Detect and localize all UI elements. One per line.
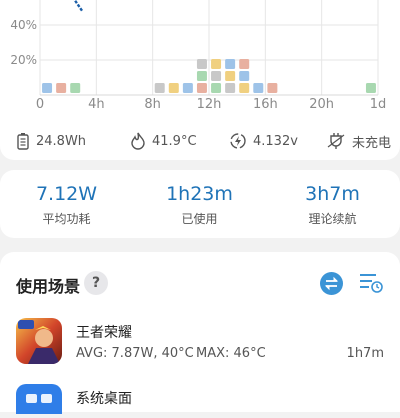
temperature-value: 41.9°C [152, 133, 197, 149]
app-usage-icon [225, 71, 236, 81]
estimated-life-value: 3h7m [305, 183, 360, 205]
used-time-value: 1h23m [166, 183, 233, 205]
x-tick-label: 1d [370, 97, 387, 112]
capacity-stat: 24.8Wh [16, 127, 86, 155]
voltage-stat: 4.132v [229, 127, 298, 155]
swap-icon [324, 276, 339, 291]
app-usage-icon [239, 71, 250, 81]
battery-icon [17, 133, 29, 150]
x-tick-label: 16h [253, 97, 278, 112]
app-usage-icon [168, 83, 179, 93]
app-usage-icon [253, 83, 264, 93]
app-avg-stats: AVG: 7.87W, 40°C [76, 346, 194, 361]
y-tick-label: 40% [10, 18, 37, 32]
sort-time-icon [360, 274, 383, 293]
swap-button[interactable] [320, 272, 343, 295]
help-button[interactable]: ? [84, 271, 108, 295]
x-tick-label: 0 [36, 97, 44, 112]
desktop-launcher-icon [16, 384, 62, 414]
battery-level-line [73, 0, 84, 12]
avg-power-block: 7.12W 平均功耗 [0, 182, 133, 228]
x-tick-label: 12h [197, 97, 222, 112]
used-time-block: 1h23m 已使用 [133, 182, 266, 228]
sort-by-time-button[interactable] [358, 271, 384, 295]
app-usage-icon [225, 59, 236, 69]
app-usage-icon [267, 83, 278, 93]
app-usage-icon [239, 59, 250, 69]
x-tick-label: 20h [309, 97, 334, 112]
plug-icon [327, 133, 345, 149]
charging-stat: 未充电 [326, 127, 391, 155]
app-usage-icon [42, 83, 53, 93]
honor-of-kings-icon [16, 318, 62, 364]
app-usage-icon [56, 83, 67, 93]
app-usage-time: 1h7m [346, 346, 384, 361]
app-name[interactable]: 王者荣耀 [76, 322, 132, 342]
usage-chart-card: 40% 20% 0 4h 8h 12h 16h 20h 1d 24.8Wh 41.9°C 4. [0, 0, 400, 160]
app-usage-icon [365, 83, 376, 93]
app-usage-icon [211, 59, 222, 69]
app-usage-icon [211, 71, 222, 81]
app-usage-icon [196, 71, 207, 81]
x-tick-label: 8h [144, 97, 161, 112]
temperature-stat: 41.9°C [130, 127, 197, 155]
capacity-value: 24.8Wh [36, 133, 87, 149]
app-name[interactable]: 系统桌面 [76, 388, 132, 408]
app-usage-icon [196, 83, 207, 93]
app-usage-icon [225, 83, 236, 93]
voltage-icon [230, 133, 246, 149]
estimated-life-label: 理论续航 [308, 212, 357, 226]
app-max-temp: MAX: 46°C [196, 346, 266, 361]
used-time-label: 已使用 [181, 212, 218, 226]
app-usage-icon [182, 83, 193, 93]
app-usage-icon [239, 83, 250, 93]
avg-power-value: 7.12W [35, 183, 98, 205]
charging-status: 未充电 [352, 135, 392, 151]
y-tick-label: 20% [10, 53, 37, 67]
app-usage-icon [196, 59, 207, 69]
battery-stats-row: 24.8Wh 41.9°C 4.132v 未充电 [0, 127, 400, 155]
x-tick-label: 4h [88, 97, 105, 112]
avg-power-label: 平均功耗 [42, 212, 91, 226]
voltage-value: 4.132v [253, 133, 298, 149]
app-usage-icon [211, 83, 222, 93]
scene-title: 使用场景 [16, 277, 81, 296]
estimated-life-block: 3h7m 理论续航 [266, 182, 399, 228]
app-usage-icon [70, 83, 81, 93]
flame-icon [131, 132, 145, 150]
app-usage-icon [154, 83, 165, 93]
summary-card: 7.12W 平均功耗 1h23m 已使用 3h7m 理论续航 [0, 170, 400, 238]
usage-chart: 40% 20% 0 4h 8h 12h 16h 20h 1d [10, 0, 387, 112]
